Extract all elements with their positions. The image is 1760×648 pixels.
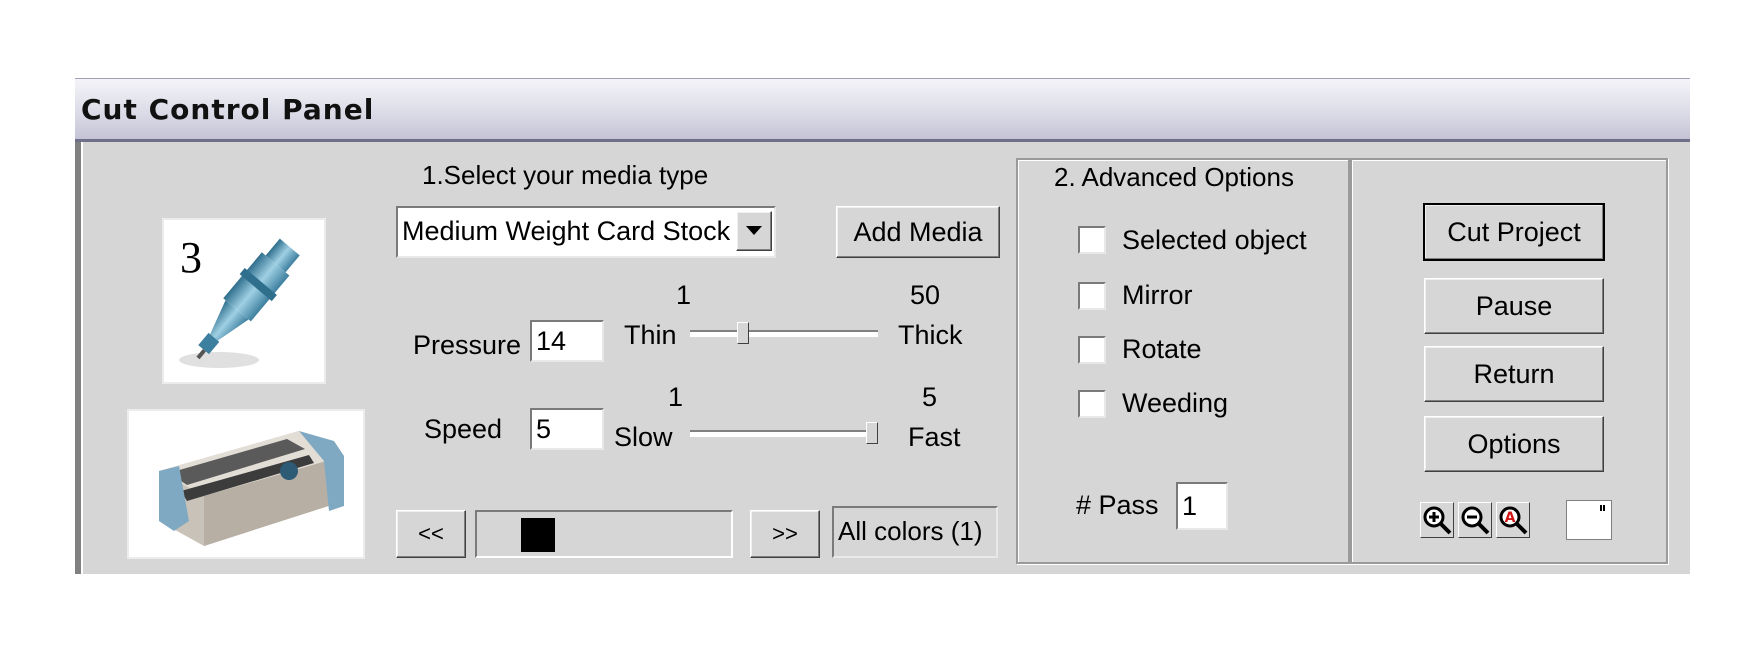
media-type-select[interactable]: Medium Weight Card Stock — [396, 206, 776, 258]
zoom-out-button[interactable] — [1458, 502, 1492, 538]
mirror-checkbox[interactable] — [1078, 282, 1106, 310]
color-strip — [475, 510, 733, 558]
pressure-slider[interactable] — [690, 320, 878, 350]
advanced-options-heading: 2. Advanced Options — [1052, 162, 1296, 193]
previous-color-button[interactable]: << — [396, 510, 466, 558]
selected-object-label[interactable]: Selected object — [1122, 225, 1307, 256]
media-dropdown-button[interactable] — [736, 211, 772, 251]
pass-count-input[interactable] — [1176, 482, 1228, 530]
media-heading: 1.Select your media type — [422, 160, 709, 190]
zoom-in-icon — [1423, 506, 1452, 535]
zoom-out-icon — [1461, 506, 1490, 535]
rotate-checkbox[interactable] — [1078, 336, 1106, 364]
speed-input[interactable] — [530, 408, 604, 450]
color-filter-value: All colors (1) — [838, 516, 983, 546]
weeding-checkbox[interactable] — [1078, 390, 1106, 418]
page-button[interactable] — [1566, 500, 1612, 540]
pressure-thin-label: Thin — [624, 320, 677, 350]
speed-slider[interactable] — [690, 420, 878, 450]
panel-left-edge — [75, 142, 83, 574]
cutting-machine-icon — [159, 431, 344, 546]
machine-image — [127, 409, 365, 559]
zoom-fit-button[interactable]: A — [1496, 502, 1530, 538]
media-type-value: Medium Weight Card Stock — [402, 216, 731, 246]
speed-label: Speed — [424, 414, 503, 444]
return-button[interactable]: Return — [1424, 346, 1604, 402]
pause-button[interactable]: Pause — [1424, 278, 1604, 334]
zoom-fit-icon: A — [1499, 506, 1528, 535]
weeding-label[interactable]: Weeding — [1122, 388, 1228, 419]
speed-slow-label: Slow — [614, 422, 673, 452]
pressure-thick-label: Thick — [898, 320, 963, 350]
selected-object-checkbox[interactable] — [1078, 226, 1106, 254]
pressure-max-label: 50 — [910, 280, 941, 310]
window-title: Cut Control Panel — [81, 93, 375, 126]
title-bar[interactable]: Cut Control Panel — [75, 78, 1690, 142]
speed-slider-thumb[interactable] — [866, 422, 878, 444]
speed-max-label: 5 — [922, 382, 938, 412]
mirror-label[interactable]: Mirror — [1122, 280, 1192, 311]
speed-slider-track — [690, 430, 878, 437]
color-filter-display: All colors (1) — [832, 506, 998, 558]
speed-min-label: 1 — [668, 382, 684, 412]
blade-image: 3 — [162, 218, 326, 384]
options-button[interactable]: Options — [1424, 416, 1604, 472]
chevron-down-icon — [746, 226, 762, 235]
pressure-input[interactable] — [530, 320, 604, 362]
add-media-button[interactable]: Add Media — [836, 206, 1000, 258]
zoom-in-button[interactable] — [1420, 502, 1454, 538]
next-color-button[interactable]: >> — [750, 510, 820, 558]
page-icon — [1600, 505, 1605, 511]
zoom-fit-letter: A — [1505, 510, 1516, 526]
cut-project-button[interactable]: Cut Project — [1423, 203, 1605, 261]
pressure-label: Pressure — [413, 330, 522, 360]
pressure-slider-track — [690, 330, 878, 337]
rotate-label[interactable]: Rotate — [1122, 334, 1202, 365]
speed-fast-label: Fast — [908, 422, 961, 452]
blade-housing-icon — [179, 238, 300, 368]
pressure-slider-thumb[interactable] — [737, 322, 749, 344]
pass-label: # Pass — [1076, 490, 1159, 520]
pressure-min-label: 1 — [676, 280, 692, 310]
color-swatch[interactable] — [521, 518, 555, 552]
